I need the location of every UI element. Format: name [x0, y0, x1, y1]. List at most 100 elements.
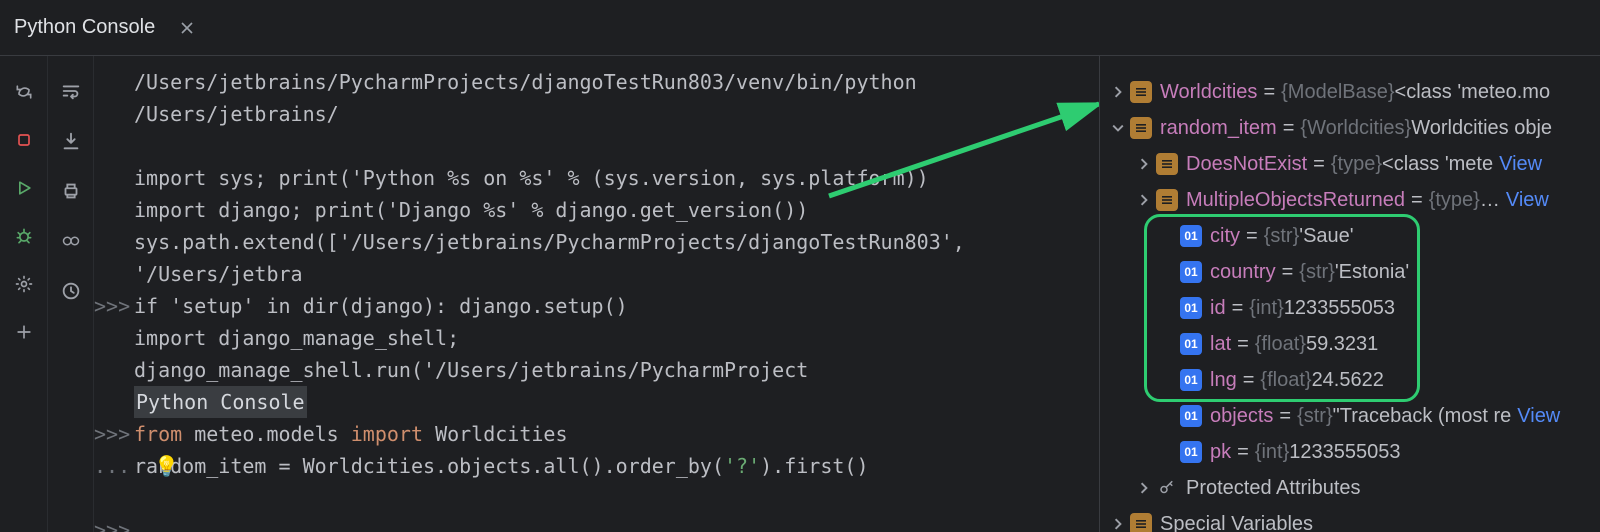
scroll-to-end-icon[interactable] — [58, 128, 84, 154]
var-node-pk[interactable]: 01pk={int} 1233555053 — [1100, 434, 1600, 470]
titlebar: Python Console — [0, 0, 1600, 56]
var-value: 'Saue' — [1299, 218, 1353, 254]
field-icon: 01 — [1180, 441, 1202, 463]
prompt-gutter — [94, 322, 134, 386]
var-value: Worldcities obje — [1411, 110, 1552, 146]
field-icon: 01 — [1180, 297, 1202, 319]
add-icon[interactable] — [14, 322, 34, 342]
chevron-right-icon[interactable] — [1132, 482, 1156, 494]
var-name: country — [1210, 254, 1276, 290]
var-node-random_item[interactable]: random_item={Worldcities} Worldcities ob… — [1100, 110, 1600, 146]
soft-wrap-icon[interactable] — [58, 78, 84, 104]
field-icon: 01 — [1180, 333, 1202, 355]
console-line: ...random_item = Worldcities.objects.all… — [94, 450, 1099, 482]
prompt-gutter: >>> — [94, 514, 134, 532]
console-tool-strip — [48, 56, 94, 532]
var-node-id[interactable]: 01id={int} 1233555053 — [1100, 290, 1600, 326]
list-icon — [1130, 117, 1152, 139]
var-node-country[interactable]: 01country={str} 'Estonia' — [1100, 254, 1600, 290]
console-line: Python Console — [94, 386, 1099, 418]
var-node-worldcities[interactable]: Worldcities={ModelBase} <class 'meteo.mo — [1100, 74, 1600, 110]
chevron-down-icon[interactable] — [1106, 122, 1130, 134]
chevron-right-icon[interactable] — [1106, 86, 1130, 98]
console-line: >>>from meteo.models import Worldcities — [94, 418, 1099, 450]
list-icon — [1156, 189, 1178, 211]
var-group[interactable]: Protected Attributes — [1100, 470, 1600, 506]
settings-icon[interactable] — [14, 274, 34, 294]
var-group[interactable]: Special Variables — [1100, 506, 1600, 532]
panel-title: Python Console — [14, 16, 155, 39]
show-variables-icon[interactable] — [58, 228, 84, 254]
var-node-objects[interactable]: 01objects={str} "Traceback (most reView — [1100, 398, 1600, 434]
key-icon — [1156, 477, 1178, 499]
close-panel-icon[interactable] — [181, 22, 193, 34]
console-line: sys.path.extend(['/Users/jetbrains/Pycha… — [94, 226, 1099, 290]
var-node-lat[interactable]: 01lat={float} 59.3231 — [1100, 326, 1600, 362]
prompt-gutter: >>> — [94, 418, 134, 450]
chevron-right-icon[interactable] — [1132, 194, 1156, 206]
view-link[interactable]: View — [1517, 398, 1560, 434]
var-type: {float} — [1255, 326, 1306, 362]
var-value: <class 'meteo.mo — [1395, 74, 1551, 110]
var-value: "Traceback (most re — [1333, 398, 1512, 434]
print-icon[interactable] — [58, 178, 84, 204]
console-output[interactable]: /Users/jetbrains/PycharmProjects/djangoT… — [94, 56, 1099, 532]
annotation-arrow — [819, 86, 1099, 206]
intention-bulb-icon[interactable]: 💡 — [154, 450, 179, 482]
var-name: MultipleObjectsReturned — [1186, 182, 1405, 218]
prompt-gutter — [94, 66, 134, 130]
chevron-right-icon[interactable] — [1106, 518, 1130, 530]
list-icon — [1130, 81, 1152, 103]
var-value: 59.3231 — [1306, 326, 1378, 362]
list-icon — [1156, 153, 1178, 175]
var-node-doesnotexist[interactable]: DoesNotExist={type} <class 'meteView — [1100, 146, 1600, 182]
var-value: 1233555053 — [1289, 434, 1400, 470]
var-value: 24.5622 — [1312, 362, 1384, 398]
var-name: lng — [1210, 362, 1237, 398]
left-action-strip — [0, 56, 48, 532]
prompt-gutter — [94, 130, 134, 162]
prompt-gutter — [94, 482, 134, 514]
console-highlight: Python Console — [134, 386, 307, 418]
body-row: /Users/jetbrains/PycharmProjects/djangoT… — [0, 56, 1600, 532]
var-type: {type} — [1331, 146, 1382, 182]
var-name: id — [1210, 290, 1226, 326]
field-icon: 01 — [1180, 225, 1202, 247]
field-icon: 01 — [1180, 369, 1202, 391]
view-link[interactable]: View — [1499, 146, 1542, 182]
var-type: {int} — [1249, 290, 1283, 326]
console-line: import django_manage_shell; django_manag… — [94, 322, 1099, 386]
var-name: DoesNotExist — [1186, 146, 1307, 182]
var-node-city[interactable]: 01city={str} 'Saue' — [1100, 218, 1600, 254]
prompt-gutter: >>> — [94, 290, 134, 322]
var-node-lng[interactable]: 01lng={float} 24.5622 — [1100, 362, 1600, 398]
prompt-gutter — [94, 194, 134, 226]
field-icon: 01 — [1180, 261, 1202, 283]
console-line: >>> — [94, 514, 1099, 532]
view-link[interactable]: View — [1506, 182, 1549, 218]
prompt-gutter — [94, 386, 134, 418]
var-type: {Worldcities} — [1300, 110, 1411, 146]
root-container: Python Console — [0, 0, 1600, 532]
console-line: >>>if 'setup' in dir(django): django.set… — [94, 290, 1099, 322]
chevron-right-icon[interactable] — [1132, 158, 1156, 170]
history-icon[interactable] — [58, 278, 84, 304]
var-value: 1233555053 — [1284, 290, 1395, 326]
var-node-multipleobjectsreturned[interactable]: MultipleObjectsReturned={type} …View — [1100, 182, 1600, 218]
var-name: lat — [1210, 326, 1231, 362]
var-label: Protected Attributes — [1186, 470, 1361, 506]
list-icon — [1130, 513, 1152, 532]
variables-panel: Worldcities={ModelBase} <class 'meteo.mo… — [1100, 56, 1600, 532]
var-type: {str} — [1297, 398, 1333, 434]
var-name: Worldcities — [1160, 74, 1257, 110]
var-type: {type} — [1429, 182, 1480, 218]
var-name: objects — [1210, 398, 1273, 434]
var-type: {float} — [1260, 362, 1311, 398]
rerun-icon[interactable] — [14, 82, 34, 102]
stop-icon[interactable] — [14, 130, 34, 150]
console-line — [94, 482, 1099, 514]
debug-icon[interactable] — [14, 226, 34, 246]
run-icon[interactable] — [14, 178, 34, 198]
prompt-gutter — [94, 162, 134, 194]
var-type: {ModelBase} — [1281, 74, 1394, 110]
